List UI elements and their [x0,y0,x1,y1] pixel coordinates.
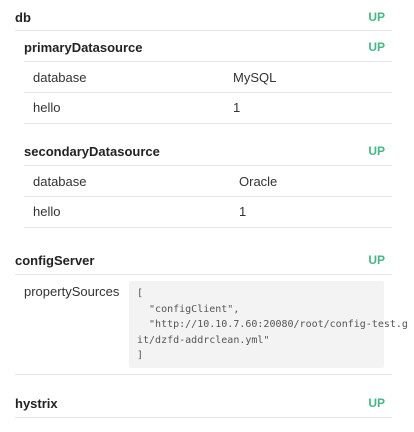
row-label-database: database [33,174,87,189]
db-header: db UP [15,9,385,25]
secondary-datasource-header: secondaryDatasource UP [24,143,385,159]
row-value-hello: 1 [239,204,247,219]
divider [24,196,392,197]
divider [15,274,392,275]
code-line: "http://10.10.7.60:20080/root/config-tes… [137,319,408,330]
row-value-database: Oracle [239,174,278,189]
section-title-secondary-datasource: secondaryDatasource [24,143,160,159]
property-sources-code: [ "configClient", "http://10.10.7.60:200… [129,281,408,368]
divider [24,227,392,228]
config-server-header: configServer UP [15,252,385,268]
row-value-hello: 1 [233,100,241,115]
row-label-hello: hello [33,100,61,115]
section-title-db: db [15,9,31,25]
hystrix-header: hystrix UP [15,395,385,411]
divider [24,123,392,124]
row-label-hello: hello [33,204,61,219]
divider [24,92,392,93]
status-config-server: UP [368,253,385,267]
section-title-hystrix: hystrix [15,395,58,411]
row-value-database: MySQL [233,70,277,85]
divider [24,61,392,62]
code-line: [ [137,288,144,299]
row-label-database: database [33,70,87,85]
divider [24,165,392,166]
status-hystrix: UP [368,396,385,410]
status-db: UP [368,10,385,24]
section-title-config-server: configServer [15,252,95,268]
divider [15,374,392,375]
row-label-property-sources: propertySources [24,284,120,299]
divider [15,417,392,418]
code-line: it/dzfd-addrclean.yml" [137,334,270,346]
status-secondary-datasource: UP [368,144,385,158]
code-line: ] [137,350,144,361]
section-title-primary-datasource: primaryDatasource [24,39,143,55]
status-primary-datasource: UP [368,40,385,54]
code-line: "configClient", [137,303,240,315]
primary-datasource-header: primaryDatasource UP [24,39,385,55]
divider [15,30,392,31]
